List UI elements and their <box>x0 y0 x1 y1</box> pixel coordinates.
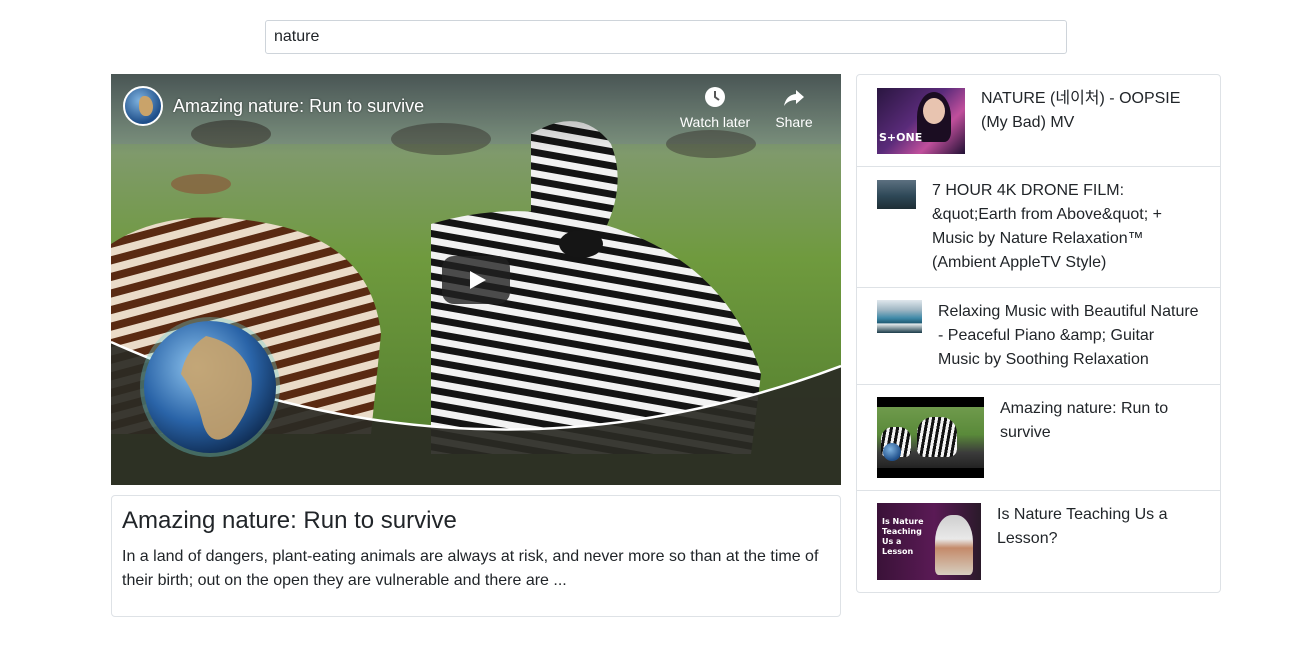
watch-later-button[interactable]: Watch later <box>677 86 753 130</box>
player-title[interactable]: Amazing nature: Run to survive <box>173 96 424 117</box>
video-thumbnail[interactable]: Is Nature Teaching Us a Lesson <box>877 503 981 580</box>
play-icon[interactable] <box>442 256 510 304</box>
list-item[interactable]: Is Nature Teaching Us a Lesson Is Nature… <box>857 491 1220 592</box>
video-thumbnail[interactable] <box>877 300 922 333</box>
search-bar <box>265 20 1067 54</box>
video-player[interactable]: Amazing nature: Run to survive Watch lat… <box>111 74 841 485</box>
video-list: S+ONE NATURE (네이처) - OOPSIE (My Bad) MV … <box>856 74 1221 593</box>
video-details: Amazing nature: Run to survive In a land… <box>111 495 841 617</box>
search-input[interactable] <box>265 20 1067 54</box>
list-item[interactable]: Relaxing Music with Beautiful Nature - P… <box>857 288 1220 385</box>
video-thumbnail[interactable] <box>877 180 916 209</box>
share-button[interactable]: Share <box>771 86 817 130</box>
list-item[interactable]: Amazing nature: Run to survive <box>857 385 1220 491</box>
clock-icon <box>677 86 753 114</box>
share-arrow-icon <box>771 86 817 114</box>
list-item[interactable]: S+ONE NATURE (네이처) - OOPSIE (My Bad) MV <box>857 75 1220 167</box>
video-item-title[interactable]: 7 HOUR 4K DRONE FILM: &quot;Earth from A… <box>916 179 1200 275</box>
list-item[interactable]: 7 HOUR 4K DRONE FILM: &quot;Earth from A… <box>857 167 1220 288</box>
video-thumbnail[interactable] <box>877 397 984 478</box>
video-thumbnail[interactable]: S+ONE <box>877 88 965 154</box>
video-title: Amazing nature: Run to survive <box>122 507 457 534</box>
video-item-title[interactable]: Relaxing Music with Beautiful Nature - P… <box>922 300 1200 372</box>
channel-avatar[interactable] <box>123 86 163 126</box>
video-description: In a land of dangers, plant-eating anima… <box>122 548 819 589</box>
video-item-title[interactable]: Is Nature Teaching Us a Lesson? <box>981 503 1200 551</box>
video-item-title[interactable]: NATURE (네이처) - OOPSIE (My Bad) MV <box>965 87 1200 135</box>
video-item-title[interactable]: Amazing nature: Run to survive <box>984 397 1200 445</box>
share-label: Share <box>775 114 813 130</box>
watch-later-label: Watch later <box>679 114 751 130</box>
